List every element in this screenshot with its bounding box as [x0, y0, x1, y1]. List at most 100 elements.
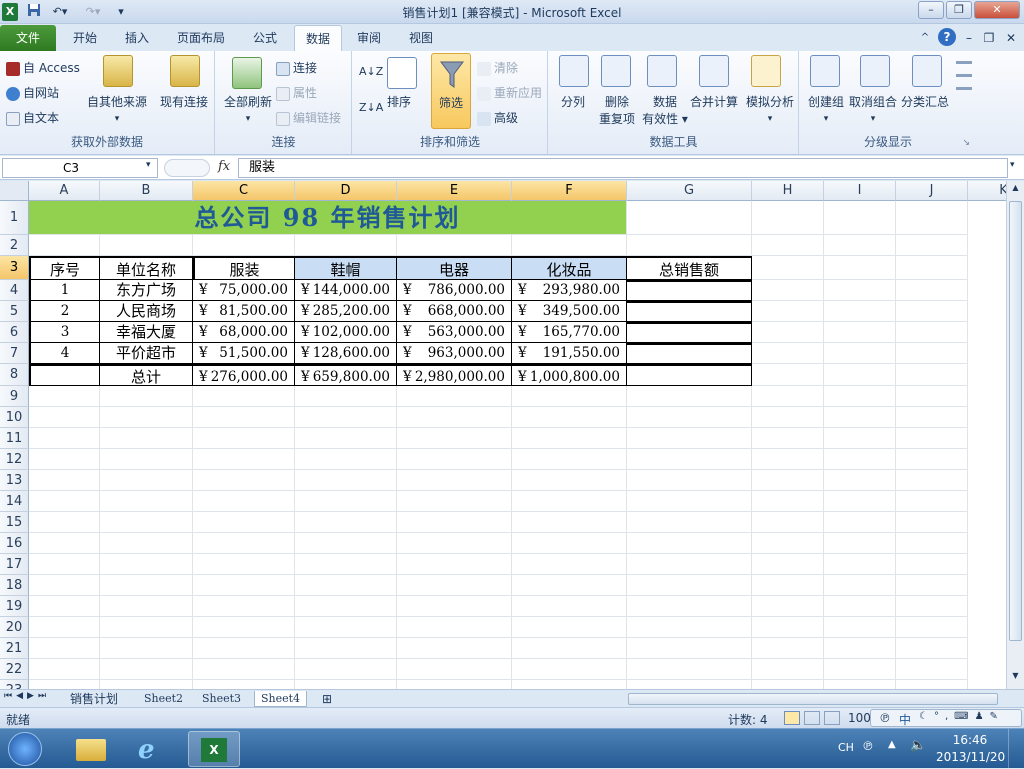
- cell-c12[interactable]: [193, 449, 295, 470]
- cell-g23[interactable]: [627, 680, 752, 689]
- sheet-tab-3[interactable]: Sheet3: [196, 691, 247, 707]
- show-hide-detail-icons[interactable]: [956, 55, 972, 115]
- cell-b19[interactable]: [100, 596, 193, 617]
- cell-b10[interactable]: [100, 407, 193, 428]
- cell-no[interactable]: 1: [29, 280, 100, 301]
- cell-b16[interactable]: [100, 533, 193, 554]
- existing-connections-button[interactable]: 现有连接: [160, 93, 208, 110]
- cell-h22[interactable]: [752, 659, 824, 680]
- cell-clothing[interactable]: ¥81,500.00: [193, 301, 295, 322]
- workbook-close-icon[interactable]: ✕: [1004, 25, 1018, 51]
- tab-home[interactable]: 开始: [62, 25, 108, 51]
- ime-toolbar[interactable]: ℗ 中 ☾°,⌨♟✎: [870, 709, 1022, 727]
- ime-mode[interactable]: 中: [899, 711, 911, 728]
- tab-formulas[interactable]: 公式: [242, 25, 288, 51]
- cell-clothing[interactable]: ¥75,000.00: [193, 280, 295, 301]
- cell-c10[interactable]: [193, 407, 295, 428]
- cell-g16[interactable]: [627, 533, 752, 554]
- cell-j19[interactable]: [896, 596, 968, 617]
- cell-b18[interactable]: [100, 575, 193, 596]
- cell-e10[interactable]: [397, 407, 512, 428]
- cell-b2[interactable]: [100, 235, 193, 256]
- cell-h15[interactable]: [752, 512, 824, 533]
- cell-c9[interactable]: [193, 386, 295, 407]
- minimize-ribbon-icon[interactable]: ^: [918, 25, 932, 51]
- cell-i14[interactable]: [824, 491, 896, 512]
- cell-h19[interactable]: [752, 596, 824, 617]
- ime-tray-icon[interactable]: ℗: [862, 739, 874, 753]
- cell-e18[interactable]: [397, 575, 512, 596]
- cell-e14[interactable]: [397, 491, 512, 512]
- help-icon[interactable]: ?: [938, 28, 956, 46]
- cell-f10[interactable]: [512, 407, 627, 428]
- cell-g9[interactable]: [627, 386, 752, 407]
- header-cell-no[interactable]: 序号: [29, 256, 100, 280]
- cell-f21[interactable]: [512, 638, 627, 659]
- cell-c22[interactable]: [193, 659, 295, 680]
- cell-b14[interactable]: [100, 491, 193, 512]
- tab-review[interactable]: 审阅: [346, 25, 392, 51]
- cell-j3[interactable]: [896, 256, 968, 280]
- cell-total-c[interactable]: ¥276,000.00: [193, 364, 295, 386]
- cell-i20[interactable]: [824, 617, 896, 638]
- header-cell-c[interactable]: 服装: [193, 256, 295, 280]
- cell-g1[interactable]: [627, 201, 752, 235]
- cell-i19[interactable]: [824, 596, 896, 617]
- connections-button[interactable]: 连接: [276, 59, 317, 76]
- cell-b21[interactable]: [100, 638, 193, 659]
- tab-file[interactable]: 文件: [0, 25, 56, 51]
- cell-e12[interactable]: [397, 449, 512, 470]
- cell-g14[interactable]: [627, 491, 752, 512]
- cell-total-label[interactable]: 总计: [100, 364, 193, 386]
- cell-j14[interactable]: [896, 491, 968, 512]
- cell-d19[interactable]: [295, 596, 397, 617]
- row-header-1[interactable]: 1: [0, 201, 29, 235]
- cell-j8[interactable]: [896, 364, 968, 386]
- cell-f23[interactable]: [512, 680, 627, 689]
- column-header-e[interactable]: E: [397, 181, 512, 201]
- cell-g17[interactable]: [627, 554, 752, 575]
- cell-g22[interactable]: [627, 659, 752, 680]
- cell-shoes-hats[interactable]: ¥285,200.00: [295, 301, 397, 322]
- sort-ascending-button[interactable]: A↓Z: [359, 65, 383, 78]
- cell-j2[interactable]: [896, 235, 968, 256]
- column-header-k[interactable]: K: [968, 181, 1006, 201]
- cell-total-sales[interactable]: [627, 322, 752, 343]
- cell-h21[interactable]: [752, 638, 824, 659]
- cell-a9[interactable]: [29, 386, 100, 407]
- cell-h4[interactable]: [752, 280, 824, 301]
- cell-a17[interactable]: [29, 554, 100, 575]
- cell-total-sales[interactable]: [627, 301, 752, 322]
- cell-j20[interactable]: [896, 617, 968, 638]
- row-header-19[interactable]: 19: [0, 596, 29, 617]
- restore-button[interactable]: ❐: [946, 1, 972, 19]
- cell-total-no[interactable]: [29, 364, 100, 386]
- worksheet-grid[interactable]: ABCDEFGHIJK 1 2 3 4 5 6 7 8 9 10 11 12 13 14 15 16 17 18 1…: [0, 181, 1006, 689]
- column-header-a[interactable]: A: [29, 181, 100, 201]
- clock-date[interactable]: 2013/11/20: [936, 750, 1005, 764]
- sheet-title[interactable]: 总公司 98 年销售计划: [29, 201, 627, 235]
- cell-e20[interactable]: [397, 617, 512, 638]
- cell-a16[interactable]: [29, 533, 100, 554]
- cell-shoes-hats[interactable]: ¥102,000.00: [295, 322, 397, 343]
- sort-descending-button[interactable]: Z↓A: [359, 101, 383, 114]
- close-button[interactable]: ✕: [974, 1, 1020, 19]
- sheet-tab-4[interactable]: Sheet4: [254, 691, 308, 707]
- cell-d12[interactable]: [295, 449, 397, 470]
- tab-data[interactable]: 数据: [294, 25, 342, 51]
- sheet-tab-2[interactable]: Sheet2: [138, 691, 189, 707]
- cell-d11[interactable]: [295, 428, 397, 449]
- cell-a20[interactable]: [29, 617, 100, 638]
- cell-f17[interactable]: [512, 554, 627, 575]
- cell-appliances[interactable]: ¥963,000.00: [397, 343, 512, 364]
- group-button[interactable]: 创建组 ▾: [806, 93, 846, 124]
- page-break-view-icon[interactable]: [824, 711, 840, 725]
- cell-g11[interactable]: [627, 428, 752, 449]
- cell-i5[interactable]: [824, 301, 896, 322]
- cell-b22[interactable]: [100, 659, 193, 680]
- row-header-15[interactable]: 15: [0, 512, 29, 533]
- cell-cosmetics[interactable]: ¥349,500.00: [512, 301, 627, 322]
- properties-button[interactable]: 属性: [276, 84, 317, 101]
- cell-clothing[interactable]: ¥68,000.00: [193, 322, 295, 343]
- cell-b11[interactable]: [100, 428, 193, 449]
